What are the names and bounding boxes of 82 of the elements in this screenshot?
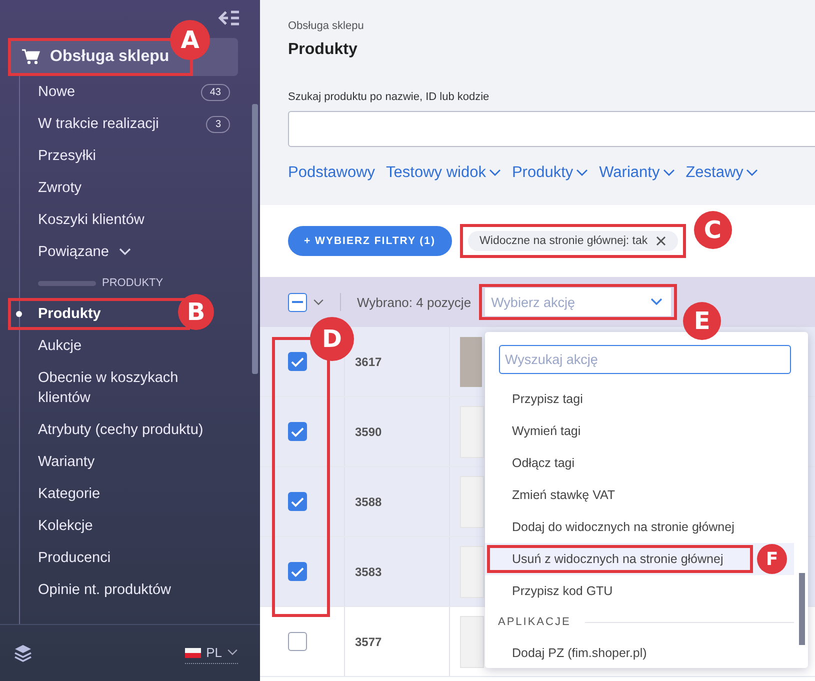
- product-id: 3590: [355, 424, 382, 438]
- cart-icon: [22, 49, 40, 65]
- count-badge: 3: [206, 116, 230, 132]
- scrollbar[interactable]: [799, 573, 805, 645]
- menu-item[interactable]: Zmień stawkę VAT: [485, 479, 794, 511]
- photo-placeholder: [460, 336, 482, 386]
- filter-chip[interactable]: Widoczne na stronie głównej: tak: [468, 231, 678, 251]
- product-id: 3588: [355, 494, 382, 508]
- annotation-badge: A: [170, 20, 210, 60]
- sidebar-item[interactable]: W trakcie realizacji 3: [20, 108, 260, 140]
- thumbnail-placeholder: [460, 616, 484, 668]
- menu-item[interactable]: Przypisz tagi: [485, 383, 794, 415]
- check-icon: [291, 356, 304, 366]
- view-tab[interactable]: Podstawowy: [288, 164, 376, 182]
- chevron-down-icon: [488, 169, 501, 177]
- language-selector[interactable]: PL: [185, 642, 238, 664]
- menu-item[interactable]: Przypisz kod GTU: [485, 575, 794, 607]
- product-id: 3583: [355, 564, 382, 578]
- sidebar-item[interactable]: Opinie nt. produktów: [20, 574, 260, 606]
- sidebar-item[interactable]: Kolekcje: [20, 510, 260, 542]
- annotation-badge: E: [683, 302, 722, 340]
- menu-group-heading: APLIKACJE: [498, 616, 571, 628]
- sidebar-item[interactable]: Przesyłki: [20, 140, 260, 172]
- sidebar-item[interactable]: Kategorie: [20, 478, 260, 510]
- sidebar-item[interactable]: Nowe 43: [20, 76, 260, 108]
- product-id: 3577: [355, 634, 382, 648]
- collapse-menu-icon[interactable]: [218, 10, 240, 26]
- row-checkbox[interactable]: [288, 562, 307, 581]
- chevron-down-icon: [118, 248, 131, 256]
- action-search-field[interactable]: Wyszukaj akcję: [499, 345, 791, 374]
- thumbnail-placeholder: [460, 476, 484, 528]
- chevron-down-icon[interactable]: [313, 298, 324, 306]
- scrollbar[interactable]: [252, 104, 258, 374]
- layers-icon[interactable]: [14, 644, 32, 662]
- chevron-down-icon: [662, 169, 675, 177]
- check-icon: [291, 496, 304, 506]
- section-label: PRODUKTY: [102, 277, 164, 289]
- row-checkbox[interactable]: [288, 422, 307, 441]
- section-divider: [38, 280, 96, 286]
- sidebar-item[interactable]: Koszyki klientów: [20, 204, 260, 236]
- row-checkbox[interactable]: [288, 352, 307, 371]
- chevron-down-icon: [650, 298, 664, 306]
- row-checkbox[interactable]: [288, 492, 307, 511]
- view-tab[interactable]: Warianty: [599, 164, 675, 182]
- select-all-checkbox[interactable]: [288, 292, 307, 312]
- check-icon: [291, 426, 304, 436]
- flag-icon: [185, 648, 202, 658]
- section-title: Obsługa sklepu: [50, 48, 170, 66]
- menu-item[interactable]: Odłącz tagi: [485, 447, 794, 479]
- view-tab[interactable]: Zestawy: [686, 164, 758, 182]
- sidebar-item[interactable]: Warianty: [20, 446, 260, 478]
- thumbnail-placeholder: [460, 546, 484, 598]
- sidebar-item[interactable]: Produkty: [20, 298, 107, 330]
- product-id: 3617: [355, 354, 382, 368]
- choose-filters-button[interactable]: + WYBIERZ FILTRY (1): [288, 226, 452, 256]
- breadcrumb[interactable]: Obsługa sklepu: [288, 20, 815, 32]
- sidebar-item[interactable]: Zwroty: [20, 172, 260, 204]
- menu-item[interactable]: Dodaj PZ (fim.shoper.pl): [485, 637, 794, 669]
- menu-item[interactable]: Wymień tagi: [485, 415, 794, 447]
- search-label: Szukaj produktu po nazwie, ID lub kodzie: [288, 91, 490, 103]
- search-field[interactable]: [288, 111, 815, 147]
- sidebar-item[interactable]: Obecnie w koszykach klientów: [20, 362, 218, 414]
- page-title: Produkty: [288, 41, 358, 59]
- sidebar-item[interactable]: Atrybuty (cechy produktu): [20, 414, 260, 446]
- active-dot-icon: [16, 311, 22, 317]
- annotation-badge: B: [178, 294, 214, 330]
- sidebar-group-toggle[interactable]: Powiązane: [20, 236, 260, 268]
- selection-summary: Wybrano: 4 pozycje: [357, 294, 472, 310]
- close-icon[interactable]: [656, 236, 666, 246]
- row-checkbox[interactable]: [288, 632, 307, 651]
- chevron-down-icon: [576, 169, 588, 177]
- thumbnail-placeholder: [460, 406, 484, 458]
- annotation-badge: C: [694, 211, 732, 249]
- sidebar-item[interactable]: Producenci: [20, 542, 260, 574]
- menu-item[interactable]: Dodaj do widocznych na stronie głównej: [485, 511, 794, 543]
- chevron-down-icon: [227, 649, 238, 656]
- count-badge: 43: [200, 84, 230, 100]
- view-tab[interactable]: Produkty: [512, 164, 588, 182]
- sidebar-item[interactable]: Aukcje: [20, 330, 260, 362]
- check-icon: [291, 566, 304, 576]
- view-tab[interactable]: Testowy widok: [386, 164, 501, 182]
- chevron-down-icon: [746, 169, 758, 177]
